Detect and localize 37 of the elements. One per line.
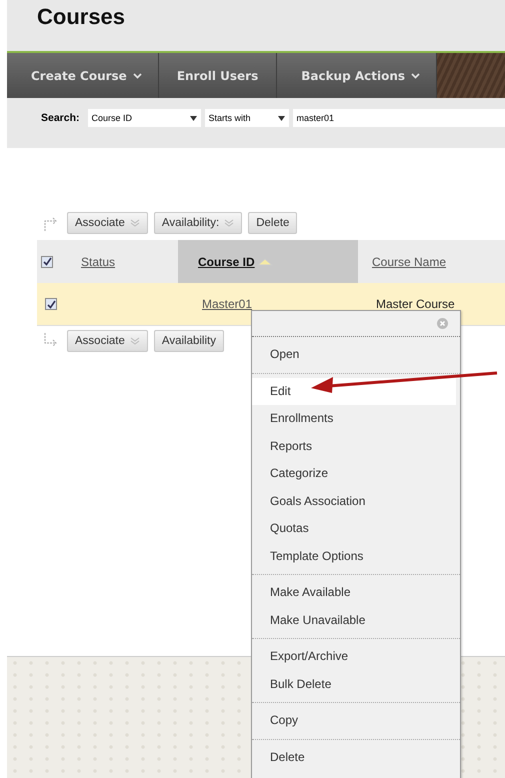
menu-item[interactable]: Make Available [252,579,456,606]
menu-item[interactable]: Copy [252,707,456,734]
action-button[interactable]: Delete [248,212,298,234]
dropdown-icon [190,116,197,120]
menu-item[interactable]: Edit [252,378,456,405]
action-button[interactable]: Associate [67,330,148,352]
dropdown-icon [278,116,285,120]
action-button[interactable]: Associate [67,212,148,234]
column-header[interactable]: Course ID [178,240,358,283]
bracket-arrow-icon [43,215,59,231]
nav-texture [437,53,505,98]
menu-item[interactable]: Make Unavailable [252,606,456,634]
menu-item[interactable]: Export/Archive [252,643,456,670]
bracket-arrow-icon [43,333,59,349]
menu-item[interactable]: Bulk Delete [252,670,456,698]
course-id-link[interactable]: Master01 [202,297,252,311]
menu-item[interactable]: Open [252,341,456,368]
field-select[interactable]: Course ID [88,109,201,127]
column-header[interactable]: Status [71,240,178,283]
checkbox[interactable] [41,256,53,268]
operator-select[interactable]: Starts with [204,109,289,127]
search-label: Search: [41,111,80,126]
action-button[interactable]: Availability [154,330,224,352]
column-header[interactable]: Course Name [358,240,505,283]
action-button[interactable]: Availability: [154,212,242,234]
menu-item[interactable]: Quotas [252,515,456,542]
search-field[interactable]: master01 [292,109,505,127]
menu-item[interactable]: Enrollments [252,405,456,432]
menu-item[interactable]: Template Options [252,542,456,570]
course-name: Master Course [376,297,455,311]
menu-item[interactable]: Goals Association [252,488,456,515]
menu-item[interactable]: Categorize [252,460,456,488]
menu-item[interactable]: Delete [252,744,456,771]
menu-item[interactable]: Reports [252,432,456,460]
sort-icon [256,258,273,266]
page-title: Courses [36,3,126,30]
checkbox[interactable] [45,298,57,310]
